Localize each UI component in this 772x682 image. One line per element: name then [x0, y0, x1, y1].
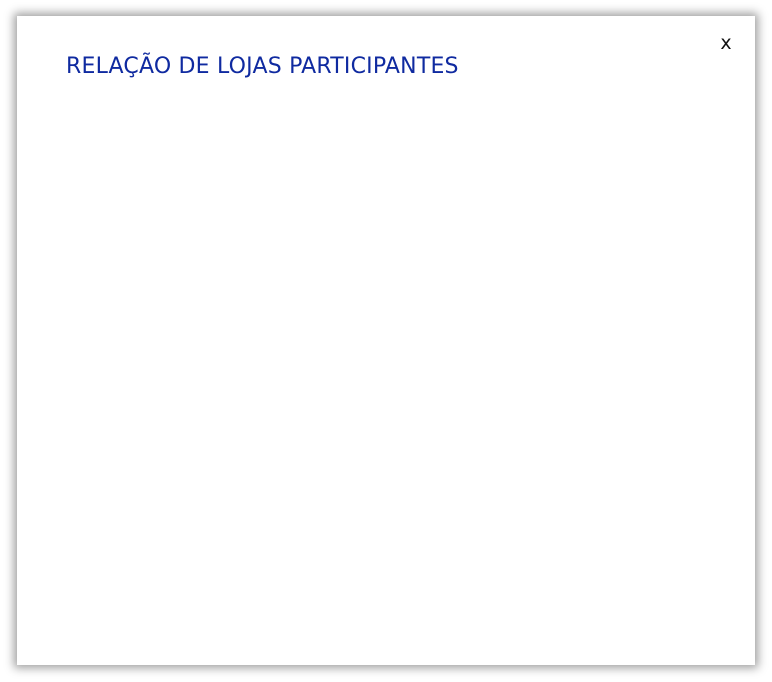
store-list: [66, 96, 725, 645]
modal-title: RELAÇÃO DE LOJAS PARTICIPANTES: [66, 54, 459, 79]
stores-modal: x RELAÇÃO DE LOJAS PARTICIPANTES: [17, 16, 755, 665]
close-button[interactable]: x: [717, 32, 735, 54]
